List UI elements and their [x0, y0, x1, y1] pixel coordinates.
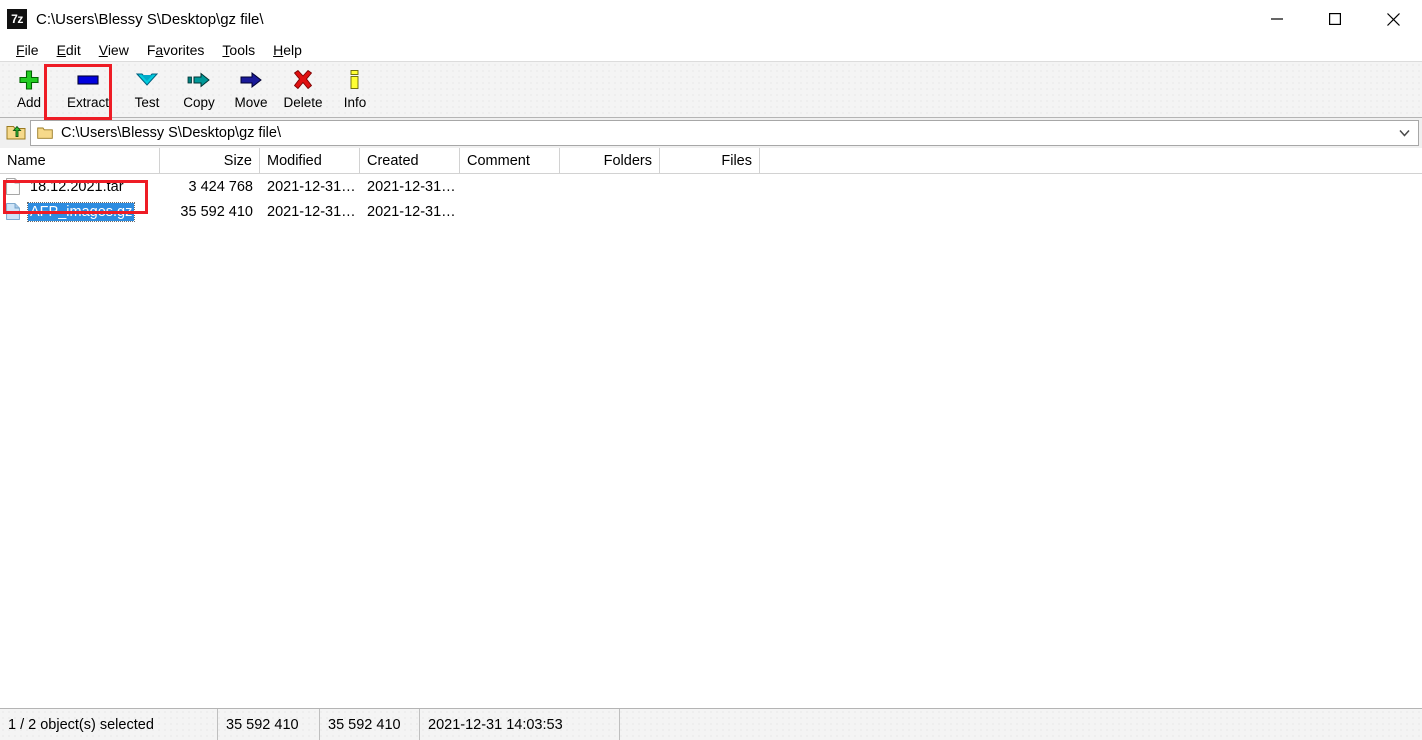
- status-timestamp: 2021-12-31 14:03:53: [420, 709, 620, 740]
- file-name-cell[interactable]: 18.12.2021.tar: [0, 174, 160, 199]
- extract-label: Extract: [66, 95, 109, 110]
- copy-arrow-icon: [184, 68, 214, 92]
- menu-item-tools[interactable]: Tools: [213, 42, 264, 58]
- delete-button[interactable]: Delete: [277, 62, 329, 117]
- add-label: Add: [16, 95, 42, 110]
- status-filler: [620, 709, 1422, 740]
- minimize-icon: [1271, 18, 1283, 20]
- address-bar: C:\Users\Blessy S\Desktop\gz file\: [0, 118, 1422, 148]
- copy-button[interactable]: Copy: [173, 62, 225, 117]
- folder-up-icon: [6, 123, 26, 144]
- window-controls: [1248, 0, 1422, 38]
- table-row[interactable]: AFP_images.gz 35 592 410 2021-12-31… 202…: [0, 199, 1422, 224]
- move-arrow-icon: [236, 68, 266, 92]
- table-row[interactable]: 18.12.2021.tar 3 424 768 2021-12-31… 202…: [0, 174, 1422, 199]
- file-list[interactable]: 18.12.2021.tar 3 424 768 2021-12-31… 202…: [0, 174, 1422, 708]
- info-icon: [340, 68, 370, 92]
- menu-bar: File Edit View Favorites Tools Help: [0, 38, 1422, 61]
- file-modified-cell: 2021-12-31…: [267, 203, 356, 220]
- add-button[interactable]: Add: [3, 62, 55, 117]
- menu-item-edit[interactable]: Edit: [48, 42, 90, 58]
- file-gz-icon: [6, 203, 22, 221]
- address-input[interactable]: C:\Users\Blessy S\Desktop\gz file\: [30, 120, 1419, 146]
- file-size-cell: 3 424 768: [188, 178, 253, 195]
- column-header-size[interactable]: Size: [160, 148, 260, 174]
- move-button[interactable]: Move: [225, 62, 277, 117]
- file-modified-cell: 2021-12-31…: [267, 178, 356, 195]
- column-header-folders[interactable]: Folders: [560, 148, 660, 174]
- menu-item-help[interactable]: Help: [264, 42, 311, 58]
- test-button[interactable]: Test: [121, 62, 173, 117]
- window-title: C:\Users\Blessy S\Desktop\gz file\: [36, 10, 264, 28]
- status-total-size: 35 592 410: [320, 709, 420, 740]
- info-label: Info: [343, 95, 367, 110]
- column-header-comment[interactable]: Comment: [460, 148, 560, 174]
- app-icon-7zip: 7z: [7, 9, 27, 29]
- column-header-files[interactable]: Files: [660, 148, 760, 174]
- plus-icon: [14, 68, 44, 92]
- column-header-created[interactable]: Created: [360, 148, 460, 174]
- extract-button[interactable]: Extract: [55, 62, 121, 117]
- file-tar-icon: [6, 178, 22, 196]
- menu-item-file[interactable]: File: [7, 42, 48, 58]
- copy-label: Copy: [183, 95, 215, 110]
- title-bar: 7z C:\Users\Blessy S\Desktop\gz file\: [0, 0, 1422, 38]
- seven-zip-window: 7z C:\Users\Blessy S\Desktop\gz file\ Fi…: [0, 0, 1422, 740]
- maximize-icon: [1329, 13, 1341, 25]
- close-icon: [1386, 12, 1400, 26]
- file-size-cell: 35 592 410: [180, 203, 253, 220]
- folder-icon: [37, 126, 53, 140]
- chevron-down-icon: [132, 68, 162, 92]
- delete-label: Delete: [283, 95, 323, 110]
- test-label: Test: [134, 95, 160, 110]
- maximize-button[interactable]: [1306, 0, 1364, 38]
- column-header-filler: [760, 148, 1422, 174]
- status-bar: 1 / 2 object(s) selected 35 592 410 35 5…: [0, 708, 1422, 740]
- file-created-cell: 2021-12-31…: [367, 203, 456, 220]
- menu-item-favorites[interactable]: Favorites: [138, 42, 214, 58]
- minimize-button[interactable]: [1248, 0, 1306, 38]
- close-button[interactable]: [1364, 0, 1422, 38]
- extract-bar-icon: [73, 68, 103, 92]
- file-created-cell: 2021-12-31…: [367, 178, 456, 195]
- toolbar: Add Extract Test Copy Move Delete Info: [0, 61, 1422, 120]
- cross-icon: [288, 68, 318, 92]
- status-selected-size: 35 592 410: [218, 709, 320, 740]
- chevron-down-icon[interactable]: [1399, 121, 1410, 145]
- file-name-cell[interactable]: AFP_images.gz: [0, 199, 160, 224]
- column-header-name[interactable]: Name: [0, 148, 160, 174]
- address-path-text: C:\Users\Blessy S\Desktop\gz file\: [61, 125, 281, 141]
- move-label: Move: [234, 95, 268, 110]
- menu-item-view[interactable]: View: [90, 42, 138, 58]
- file-name-text-selected: AFP_images.gz: [26, 201, 136, 222]
- folder-up-button[interactable]: [2, 120, 30, 146]
- info-button[interactable]: Info: [329, 62, 381, 117]
- file-list-header: Name Size Modified Created Comment Folde…: [0, 148, 1422, 174]
- file-name-text: 18.12.2021.tar: [30, 178, 124, 195]
- column-header-modified[interactable]: Modified: [260, 148, 360, 174]
- status-selection: 1 / 2 object(s) selected: [0, 709, 218, 740]
